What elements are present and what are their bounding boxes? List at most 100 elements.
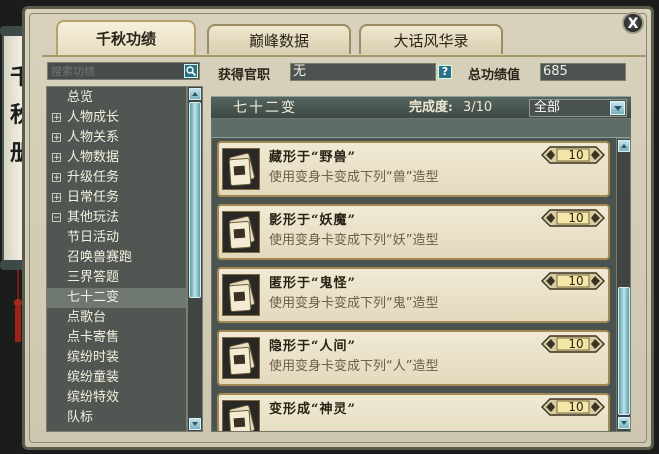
nav-item[interactable]: + 人物数据 <box>47 148 186 168</box>
achievement-title: 藏形于“野兽” <box>269 150 356 165</box>
expand-icon[interactable]: + <box>52 153 61 163</box>
achievement-scrollbar[interactable] <box>616 138 631 432</box>
scroll-thumb[interactable] <box>618 287 630 415</box>
expand-icon[interactable]: + <box>52 133 61 143</box>
close-button[interactable]: X <box>622 12 644 34</box>
expand-icon[interactable]: + <box>52 113 61 123</box>
points-value: 10 <box>568 337 584 351</box>
points-badge: 10 <box>541 335 605 353</box>
achievement-card[interactable]: 变形成“神灵” 10 <box>217 393 610 431</box>
nav-item-label: 人物数据 <box>67 150 120 165</box>
official-rank-label: 获得官职 <box>218 68 271 83</box>
nav-item-label: 点卡寄售 <box>67 330 120 345</box>
nav-item-label: 缤纷时装 <box>67 350 120 365</box>
achievement-description: 使用变身卡变成下列“兽”造型 <box>269 170 439 185</box>
help-button[interactable]: ? <box>438 65 452 79</box>
nav-item[interactable]: + 人物关系 <box>47 128 186 148</box>
nav-item-label: 人物关系 <box>67 130 120 145</box>
category-scrollbar[interactable] <box>187 86 203 432</box>
nav-item[interactable]: 缤纷时装 <box>47 348 186 368</box>
achievement-description: 使用变身卡变成下列“人”造型 <box>269 359 439 374</box>
scroll-thumb[interactable] <box>189 102 201 298</box>
points-badge: 10 <box>541 272 605 290</box>
nav-item-label: 日常任务 <box>67 190 120 205</box>
list-header-bar <box>212 119 630 138</box>
points-badge: 10 <box>541 146 605 164</box>
total-merit-label: 总功绩值 <box>468 68 521 83</box>
search-box <box>47 62 200 80</box>
nav-item[interactable]: 点歌台 <box>47 308 186 328</box>
nav-item-label: 召唤兽赛跑 <box>67 250 133 265</box>
nav-item[interactable]: 缤纷童装 <box>47 368 186 388</box>
nav-item[interactable]: 点卡寄售 <box>47 328 186 348</box>
scroll-down-button[interactable] <box>618 417 630 429</box>
nav-item[interactable]: 队标 <box>47 408 186 428</box>
search-input[interactable] <box>51 64 179 79</box>
tab-fame-records[interactable]: 大话风华录 <box>359 24 503 54</box>
nav-item-label: 队标 <box>67 410 94 425</box>
points-value: 10 <box>568 148 584 162</box>
nav-item[interactable]: 召唤兽赛跑 <box>47 248 186 268</box>
points-badge: 10 <box>541 209 605 227</box>
achievement-title: 影形于“妖魔” <box>269 213 356 228</box>
achievement-description: 使用变身卡变成下列“鬼”造型 <box>269 296 439 311</box>
nav-item-label: 点歌台 <box>67 310 107 325</box>
category-tree: 总览 + 人物成长 + 人物关系 + 人物数据 + 升级任务 + 日常任务 − 其他玩法 节日活动 召唤兽赛… <box>46 86 187 432</box>
achievement-title: 隐形于“人间” <box>269 339 356 354</box>
transform-card-icon <box>222 337 260 379</box>
transform-card-icon <box>222 148 260 190</box>
nav-item[interactable]: 总览 <box>47 88 186 108</box>
search-icon <box>186 66 197 77</box>
nav-item[interactable]: 节日活动 <box>47 228 186 248</box>
nav-item-label: 节日活动 <box>67 230 120 245</box>
tab-achievements[interactable]: 千秋功绩 <box>56 20 196 56</box>
nav-item-label: 七十二变 <box>67 290 120 305</box>
points-value: 10 <box>568 274 584 288</box>
nav-item[interactable]: 七十二变 <box>47 288 186 308</box>
expand-icon[interactable]: + <box>52 173 61 183</box>
nav-item[interactable]: + 日常任务 <box>47 188 186 208</box>
completion-label: 完成度: <box>409 100 453 115</box>
nav-item[interactable]: 三界答题 <box>47 268 186 288</box>
nav-item[interactable]: 缤纷特效 <box>47 388 186 408</box>
category-header: 七十二变 完成度: 3/10 全部 <box>211 96 631 119</box>
nav-item-label: 人物成长 <box>67 110 120 125</box>
nav-item[interactable]: + 人物成长 <box>47 108 186 128</box>
search-button[interactable] <box>184 64 198 78</box>
nav-item-label: 其他玩法 <box>67 210 120 225</box>
transform-card-icon <box>222 274 260 316</box>
nav-item-label: 升级任务 <box>67 170 120 185</box>
official-rank-value: 无 <box>290 63 436 81</box>
achievement-card[interactable]: 藏形于“野兽” 使用变身卡变成下列“兽”造型 10 <box>217 141 610 197</box>
achievement-card[interactable]: 匿形于“鬼怪” 使用变身卡变成下列“鬼”造型 10 <box>217 267 610 323</box>
nav-item-label: 缤纷童装 <box>67 370 120 385</box>
transform-card-icon <box>222 400 260 431</box>
expand-icon[interactable]: + <box>52 193 61 203</box>
points-value: 10 <box>568 400 584 414</box>
achievement-title: 匿形于“鬼怪” <box>269 276 356 291</box>
transform-card-icon <box>222 211 260 253</box>
scroll-down-button[interactable] <box>189 418 201 430</box>
tab-divider <box>42 55 646 57</box>
achievement-card[interactable]: 隐形于“人间” 使用变身卡变成下列“人”造型 10 <box>217 330 610 386</box>
scroll-up-button[interactable] <box>618 140 630 152</box>
nav-item-label: 三界答题 <box>67 270 120 285</box>
nav-item-label: 总览 <box>67 90 94 105</box>
collapse-icon[interactable]: − <box>52 213 61 223</box>
total-merit-value: 685 <box>540 63 626 81</box>
tab-peak-data[interactable]: 巅峰数据 <box>207 24 351 54</box>
category-title: 七十二变 <box>233 100 297 116</box>
chevron-down-icon[interactable] <box>610 101 625 115</box>
points-badge: 10 <box>541 398 605 416</box>
achievement-card[interactable]: 影形于“妖魔” 使用变身卡变成下列“妖”造型 10 <box>217 204 610 260</box>
points-value: 10 <box>568 211 584 225</box>
filter-dropdown[interactable]: 全部 <box>529 99 627 117</box>
completion-value: 3/10 <box>463 100 493 115</box>
filter-value: 全部 <box>534 100 561 115</box>
nav-item[interactable]: + 升级任务 <box>47 168 186 188</box>
achievement-title: 变形成“神灵” <box>269 402 356 417</box>
nav-item[interactable]: − 其他玩法 <box>47 208 186 228</box>
scroll-up-button[interactable] <box>189 88 201 100</box>
nav-item-label: 缤纷特效 <box>67 390 120 405</box>
achievement-list: 藏形于“野兽” 使用变身卡变成下列“兽”造型 10 影形于“妖魔” 使用变身卡变成下列“… <box>211 118 631 432</box>
